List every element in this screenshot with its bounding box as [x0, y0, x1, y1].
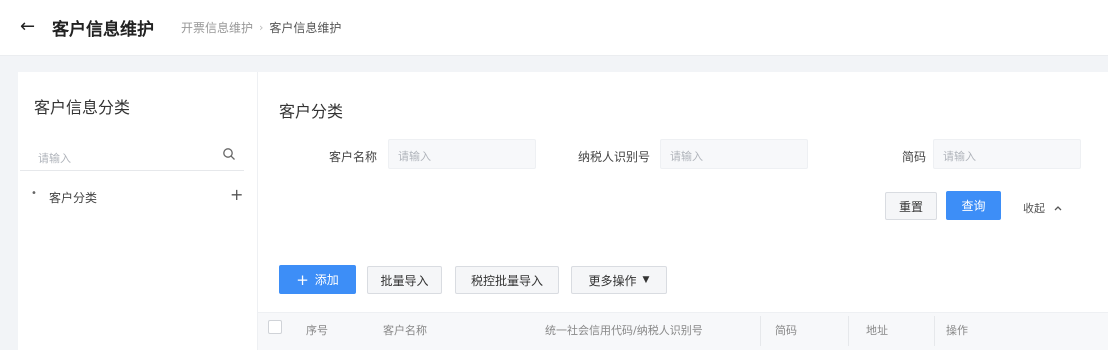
- add-button-label: 添加: [314, 273, 339, 287]
- column-header-customer-name: 客户名称: [383, 324, 427, 337]
- batch-import-button[interactable]: 批量导入: [367, 266, 442, 294]
- more-actions-label: 更多操作: [588, 273, 637, 288]
- column-divider: [934, 316, 935, 346]
- short-code-placeholder: 请输入: [943, 150, 976, 163]
- column-header-actions: 操作: [946, 324, 968, 337]
- short-code-input[interactable]: 请输入: [933, 139, 1081, 169]
- collapse-label[interactable]: 收起: [1023, 200, 1045, 216]
- taxpayer-id-placeholder: 请输入: [670, 150, 703, 163]
- filter-label-taxpayer-id: 纳税人识别号: [578, 150, 651, 164]
- breadcrumb-separator-icon: ›: [259, 21, 264, 34]
- breadcrumb-item-invoice-info[interactable]: 开票信息维护: [181, 19, 253, 36]
- plus-icon: +: [296, 270, 309, 289]
- add-category-icon[interactable]: +: [230, 185, 243, 204]
- category-search-placeholder: 请输入: [38, 152, 71, 165]
- chevron-up-icon[interactable]: [1053, 198, 1063, 211]
- column-header-index: 序号: [306, 324, 328, 337]
- tree-item-customer-category[interactable]: 客户分类: [49, 189, 97, 206]
- section-title: 客户分类: [279, 102, 344, 121]
- column-divider: [848, 316, 849, 346]
- category-panel-title: 客户信息分类: [34, 98, 131, 117]
- more-actions-button[interactable]: 更多操作 ▼: [571, 266, 667, 294]
- breadcrumb: 开票信息维护 › 客户信息维护: [181, 19, 341, 36]
- column-header-credit-code: 统一社会信用代码/纳税人识别号: [545, 324, 703, 337]
- query-button[interactable]: 查询: [946, 191, 1001, 220]
- tree-bullet-icon: •: [31, 188, 37, 199]
- select-all-checkbox[interactable]: [268, 320, 282, 334]
- customer-name-placeholder: 请输入: [398, 150, 431, 163]
- breadcrumb-item-current: 客户信息维护: [269, 21, 342, 35]
- top-bar: ← 客户信息维护 开票信息维护 › 客户信息维护: [0, 0, 1108, 56]
- arrow-left-icon[interactable]: ←: [20, 17, 40, 37]
- page-title: 客户信息维护: [52, 20, 154, 40]
- filter-label-short-code: 简码: [902, 150, 927, 164]
- reset-button[interactable]: 重置: [885, 192, 937, 220]
- category-panel: 客户信息分类: [18, 72, 258, 350]
- taxpayer-id-input[interactable]: 请输入: [660, 139, 808, 169]
- caret-down-icon: ▼: [642, 275, 650, 285]
- search-icon[interactable]: [222, 146, 236, 160]
- column-header-short-code: 简码: [775, 324, 797, 337]
- add-button[interactable]: + 添加: [279, 265, 356, 294]
- column-divider: [760, 316, 761, 346]
- tax-control-batch-import-button[interactable]: 税控批量导入: [455, 266, 559, 294]
- customer-name-input[interactable]: 请输入: [388, 139, 536, 169]
- filter-label-customer-name: 客户名称: [329, 150, 378, 164]
- column-header-address: 地址: [866, 324, 888, 337]
